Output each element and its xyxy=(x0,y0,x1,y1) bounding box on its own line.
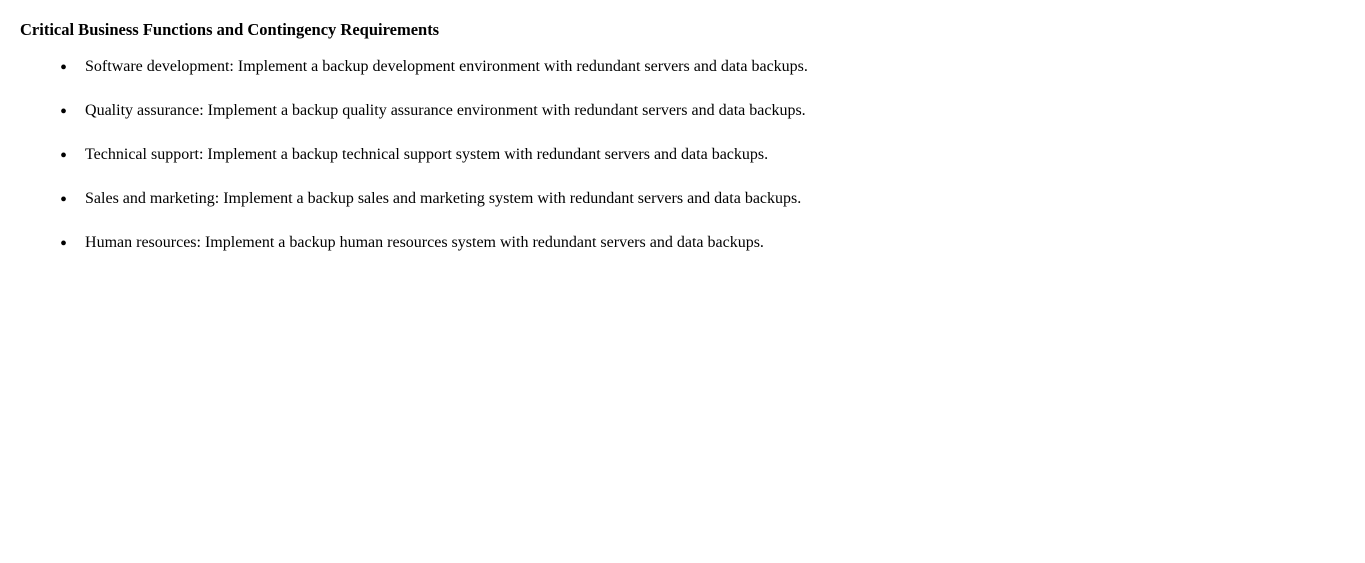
bullet-icon: • xyxy=(60,143,67,169)
bullet-icon: • xyxy=(60,187,67,213)
bullet-icon: • xyxy=(60,55,67,81)
list-item: • Sales and marketing: Implement a backup… xyxy=(20,187,1325,213)
bullet-list: • Software development: Implement a backu… xyxy=(20,55,1325,257)
list-item-text: Software development: Implement a backup… xyxy=(85,55,1325,79)
bullet-icon: • xyxy=(60,99,67,125)
list-item-text: Sales and marketing: Implement a backup … xyxy=(85,187,1325,211)
page-heading: Critical Business Functions and Continge… xyxy=(20,18,1325,41)
list-item: • Technical support: Implement a backup t… xyxy=(20,143,1325,169)
list-item-text: Technical support: Implement a backup te… xyxy=(85,143,1325,167)
list-item-text: Quality assurance: Implement a backup qu… xyxy=(85,99,1325,123)
list-item: • Human resources: Implement a backup hum… xyxy=(20,231,1325,257)
list-item: • Quality assurance: Implement a backup q… xyxy=(20,99,1325,125)
bullet-icon: • xyxy=(60,231,67,257)
list-item: • Software development: Implement a backu… xyxy=(20,55,1325,81)
list-item-text: Human resources: Implement a backup huma… xyxy=(85,231,1325,255)
